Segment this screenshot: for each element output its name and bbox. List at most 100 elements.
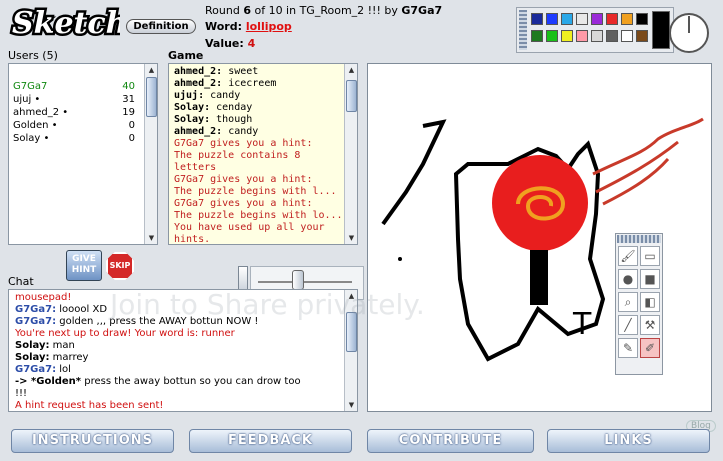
hammer-icon[interactable]: ⚒ xyxy=(640,315,660,335)
game-line-text: You have used up all your xyxy=(174,222,325,233)
value-info: Value: 4 xyxy=(205,37,255,50)
user-row[interactable]: G7Ga7 40 xyxy=(13,81,135,94)
current-color xyxy=(652,11,670,49)
marker-icon[interactable]: ✐ xyxy=(640,338,660,358)
game-log: ahmed_2: sweet ahmed_2: icecreem ujuj: can… xyxy=(168,63,358,245)
game-line: The puzzle begins with l... xyxy=(174,186,337,198)
round-label: Round xyxy=(205,4,240,17)
scroll-up-icon[interactable]: ▲ xyxy=(346,65,357,75)
doodle-red-streak xyxy=(592,117,704,206)
game-line: The puzzle contains 8 xyxy=(174,150,300,162)
chat-line-text: !!! xyxy=(15,388,28,399)
tool-palette: 🖌 ▭ ● ■ ⌕ ◧ ╱ ⚒ ✎ ✐ xyxy=(615,233,663,375)
chat-line: A hint request has been sent! xyxy=(15,400,163,411)
magnifier-icon[interactable]: ⌕ xyxy=(618,292,638,312)
svg-text:Sketch: Sketch xyxy=(12,6,120,41)
game-line-author: ujuj: xyxy=(174,90,205,101)
game-line-text: G7Ga7 gives you a hint: xyxy=(174,138,313,149)
color-swatch[interactable] xyxy=(606,13,618,25)
palette-drag-handle[interactable] xyxy=(519,10,527,50)
doodle-letter: T xyxy=(572,307,592,342)
user-row[interactable]: Golden • 0 xyxy=(13,120,135,133)
color-palette xyxy=(516,7,674,53)
game-line-text: hints. xyxy=(174,234,211,245)
scroll-thumb[interactable] xyxy=(146,77,157,117)
feedback-button[interactable]: FEEDBACK xyxy=(189,429,352,453)
color-swatch[interactable] xyxy=(636,13,648,25)
user-score: 0 xyxy=(128,120,135,131)
color-swatch[interactable] xyxy=(546,30,558,42)
color-swatch[interactable] xyxy=(576,13,588,25)
scroll-down-icon[interactable]: ▼ xyxy=(346,400,357,410)
users-scrollbar[interactable]: ▲ ▼ xyxy=(144,64,157,244)
round-total: of 10 in TG_Room_2 !!! by xyxy=(254,4,398,17)
chat-line-text: man xyxy=(49,340,75,351)
color-swatch[interactable] xyxy=(531,13,543,25)
user-score: 40 xyxy=(122,81,135,92)
chat-line: -> *Golden* press the away bottun so you… xyxy=(15,376,301,388)
user-name: Golden • xyxy=(13,120,58,131)
fill-bucket-icon[interactable]: ◧ xyxy=(640,292,660,312)
color-swatch[interactable] xyxy=(591,30,603,42)
color-swatch[interactable] xyxy=(546,13,558,25)
line-icon[interactable]: ╱ xyxy=(618,315,638,335)
eraser-icon[interactable]: ▭ xyxy=(640,246,660,266)
chat-line-text: mousepad! xyxy=(15,292,72,303)
scroll-down-icon[interactable]: ▼ xyxy=(146,233,157,243)
game-line: Solay: though xyxy=(174,114,252,126)
contribute-button[interactable]: CONTRIBUTE xyxy=(367,429,534,453)
game-scrollbar[interactable]: ▲ ▼ xyxy=(344,64,357,244)
chat-line-author: G7Ga7: xyxy=(15,364,57,375)
user-row[interactable]: ahmed_2 • 19 xyxy=(13,107,135,120)
color-swatch[interactable] xyxy=(636,30,648,42)
color-swatch[interactable] xyxy=(576,30,588,42)
instructions-button[interactable]: INSTRUCTIONS xyxy=(11,429,174,453)
tools-drag-handle[interactable] xyxy=(617,235,661,243)
links-button[interactable]: LINKS xyxy=(547,429,710,453)
square-icon[interactable]: ■ xyxy=(640,269,660,289)
game-line: letters xyxy=(174,162,216,174)
chat-heading: Chat xyxy=(8,275,34,288)
scroll-down-icon[interactable]: ▼ xyxy=(346,233,357,243)
chat-line: Solay: marrey xyxy=(15,352,88,364)
game-line-text: letters xyxy=(174,162,217,173)
user-row[interactable]: ujuj • 31 xyxy=(13,94,135,107)
lollipop-stick xyxy=(530,250,548,305)
slider-knob[interactable] xyxy=(292,270,304,290)
game-line-text: though xyxy=(210,114,253,125)
doodle-left-line xyxy=(381,119,447,226)
chat-line-text: You're next up to draw! Your word is: ru… xyxy=(15,328,235,339)
definition-button[interactable]: Definition xyxy=(126,19,196,34)
chat-line-author: G7Ga7: xyxy=(15,316,57,327)
give-hint-button[interactable]: GIVE HINT xyxy=(66,250,102,281)
color-swatch[interactable] xyxy=(621,13,633,25)
user-score: 31 xyxy=(122,94,135,105)
game-line-text: cenday xyxy=(210,102,253,113)
word-value: lollipop xyxy=(245,20,292,33)
color-swatch[interactable] xyxy=(591,13,603,25)
circle-icon[interactable]: ● xyxy=(618,269,638,289)
color-swatch[interactable] xyxy=(561,30,573,42)
scroll-up-icon[interactable]: ▲ xyxy=(146,65,157,75)
pen-icon[interactable]: ✎ xyxy=(618,338,638,358)
users-heading: Users (5) xyxy=(8,49,58,62)
scroll-thumb[interactable] xyxy=(346,80,357,112)
color-swatch[interactable] xyxy=(531,30,543,42)
color-swatch[interactable] xyxy=(561,13,573,25)
skip-button[interactable]: SKIP xyxy=(106,252,134,280)
color-swatch[interactable] xyxy=(621,30,633,42)
doodle-dot xyxy=(398,257,402,261)
user-row[interactable]: Solay • 0 xyxy=(13,133,135,146)
brush-icon[interactable]: 🖌 xyxy=(618,246,638,266)
color-swatch[interactable] xyxy=(606,30,618,42)
user-score: 0 xyxy=(128,133,135,144)
game-line: ahmed_2: candy xyxy=(174,126,258,138)
word-info: Word: lollipop xyxy=(205,20,292,33)
game-line-text: candy xyxy=(222,126,259,137)
game-line-text: The puzzle contains 8 xyxy=(174,150,301,161)
chat-line-author: -> *Golden* xyxy=(15,376,82,387)
value-number: 4 xyxy=(247,37,256,50)
game-line-text: The puzzle begins with l... xyxy=(174,186,337,197)
value-label: Value: xyxy=(205,37,244,50)
round-number: 6 xyxy=(243,4,251,17)
